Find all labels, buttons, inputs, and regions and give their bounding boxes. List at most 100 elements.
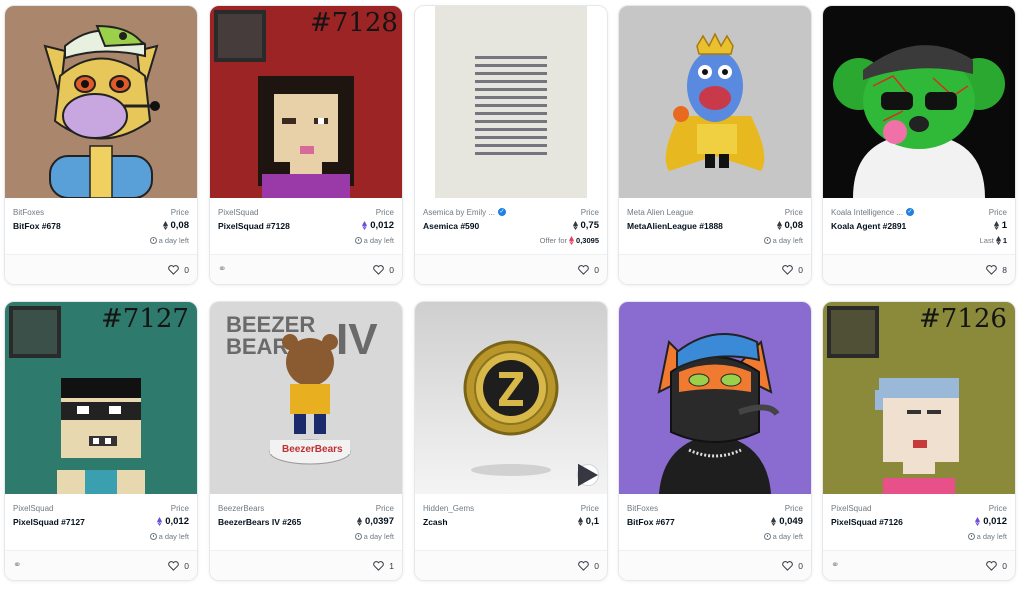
nft-image[interactable] [415,6,607,198]
ethereum-icon [771,517,777,526]
like-count: 1 [389,560,394,571]
link-icon[interactable]: ⚭ [831,560,845,571]
favorite-button[interactable]: 0 [578,265,599,275]
last-sale: Last 1 [979,235,1007,245]
item-name[interactable]: BitFox #678 [13,221,61,231]
price-label: Price [375,503,394,513]
time-left-text: a day left [158,235,189,245]
collection-name[interactable]: PixelSquad [218,208,258,217]
nft-video[interactable] [415,302,607,494]
nft-card[interactable]: #7128 PixelSquad Price PixelSquad #7128 0,… [209,5,403,285]
favorite-button[interactable]: 0 [782,561,803,571]
price: 0,1 [577,516,599,527]
collection-name[interactable]: Meta Alien League [627,208,693,217]
card-info: Asemica by Emily ... ✓ Price Asemica #590 0… [415,198,607,254]
heart-icon [373,560,385,571]
heart-icon [986,560,998,571]
ethereum-icon [975,517,981,526]
price: 0,012 [157,516,189,527]
time-left-text: a day left [363,531,394,541]
nft-card[interactable]: Asemica by Emily ... ✓ Price Asemica #590 0… [414,5,608,285]
nft-card[interactable]: BitFoxes Price BitFox #677 0,049 a day lef… [618,301,812,581]
last-sale-label: Last [979,235,994,245]
nft-card[interactable]: #7127 PixelSquad Price PixelSquad #7127 0,… [4,301,198,581]
nft-image[interactable] [5,6,197,198]
token-number-overlay: #7127 [101,304,189,334]
card-info: PixelSquad Price PixelSquad #7127 0,012 a … [5,494,197,550]
item-name[interactable]: Zcash [423,517,448,527]
item-name[interactable]: BeezerBears IV #265 [218,517,301,527]
heart-icon [373,264,385,275]
last-sale-value: 1 [1002,235,1007,245]
favorite-button[interactable]: 0 [578,561,599,571]
nft-card[interactable]: Koala Intelligence ... ✓ Price Koala Agent… [822,5,1016,285]
nft-image[interactable] [823,6,1015,198]
heart-icon [168,264,180,275]
price-value: 0,08 [170,220,190,231]
favorite-button[interactable]: 0 [986,561,1007,571]
item-name[interactable]: Koala Agent #2891 [831,221,906,231]
nft-card[interactable]: BEEZER BEAR IV BeezerBears BeezerBears Pr… [209,301,403,581]
collection-name[interactable]: BitFoxes [627,504,658,513]
nft-card[interactable]: BitFoxes Price BitFox #678 0,08 a day left… [4,5,198,285]
nft-image[interactable]: BEEZER BEAR IV BeezerBears [210,302,402,494]
token-number-overlay: #7126 [919,304,1007,334]
favorite-button[interactable]: 0 [168,265,189,275]
nft-card[interactable]: Meta Alien League Price MetaAlienLeague #… [618,5,812,285]
item-name[interactable]: PixelSquad #7126 [831,517,903,527]
price-value: 1 [1001,220,1007,231]
item-name[interactable]: PixelSquad #7127 [13,517,85,527]
heart-icon [578,560,590,571]
time-left: a day left [763,532,803,541]
card-footer: 0 [619,254,811,284]
nft-image[interactable] [619,6,811,198]
link-icon[interactable]: ⚭ [218,264,232,275]
ethereum-icon [356,517,362,526]
clock-icon [763,532,771,540]
favorite-button[interactable]: 1 [373,561,394,571]
like-count: 0 [594,560,599,571]
price-label: Price [375,207,394,217]
nft-image[interactable] [619,302,811,494]
nft-image[interactable]: #7128 [210,6,402,198]
favorite-button[interactable]: 0 [782,265,803,275]
collection-name[interactable]: PixelSquad [13,504,53,513]
favorite-button[interactable]: 8 [986,265,1007,275]
collection-name[interactable]: Asemica by Emily ... ✓ [423,208,507,217]
item-name[interactable]: Asemica #590 [423,221,479,231]
item-name[interactable]: BitFox #677 [627,517,675,527]
collection-name[interactable]: Hidden_Gems [423,504,474,513]
offer-label: Offer for [539,235,568,245]
nft-card[interactable]: Hidden_Gems Price Zcash 0,1 0 [414,301,608,581]
item-name[interactable]: MetaAlienLeague #1888 [627,221,723,231]
clock-icon [967,532,975,540]
link-icon[interactable]: ⚭ [13,560,27,571]
nft-image[interactable]: #7127 [5,302,197,494]
card-info: PixelSquad Price PixelSquad #7126 0,012 a … [823,494,1015,550]
collection-name[interactable]: BitFoxes [13,208,44,217]
collection-name[interactable]: BeezerBears [218,504,264,513]
play-icon[interactable] [577,463,599,487]
collection-name[interactable]: PixelSquad [831,504,871,513]
clock-icon [354,532,362,540]
like-count: 0 [184,264,189,275]
card-footer: 0 [415,550,607,580]
price: 0,012 [975,516,1007,527]
ethereum-icon [162,221,168,230]
price: 1 [993,220,1007,231]
ethereum-icon [577,517,583,526]
price: 0,049 [771,516,803,527]
time-left-text: a day left [363,235,394,245]
item-name[interactable]: PixelSquad #7128 [218,221,290,231]
favorite-button[interactable]: 0 [373,265,394,275]
favorite-button[interactable]: 0 [168,561,189,571]
card-footer: 1 [210,550,402,580]
art-text-bear: BEAR [226,334,288,359]
clock-icon [149,532,157,540]
nft-grid: BitFoxes Price BitFox #678 0,08 a day left… [4,5,1020,585]
nft-image[interactable]: #7126 [823,302,1015,494]
nft-card[interactable]: #7126 PixelSquad Price PixelSquad #7126 0,… [822,301,1016,581]
collection-name[interactable]: Koala Intelligence ... ✓ [831,208,915,217]
price-label: Price [988,503,1007,513]
time-left: a day left [354,531,394,541]
